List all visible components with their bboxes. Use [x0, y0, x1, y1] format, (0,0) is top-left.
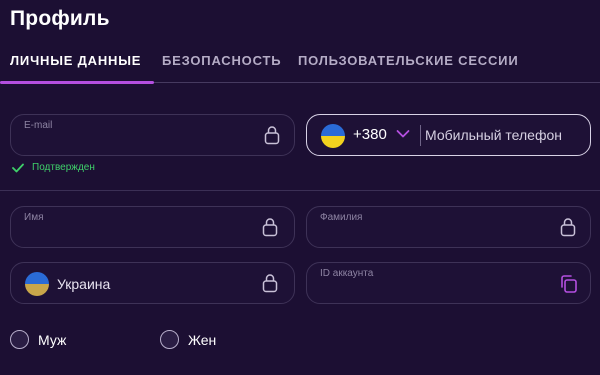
- copy-icon[interactable]: [559, 274, 579, 294]
- email-verified-text: Подтвержден: [32, 162, 95, 173]
- last-name-field[interactable]: Фамилия: [306, 206, 591, 248]
- tab-security[interactable]: БЕЗОПАСНОСТЬ: [162, 50, 281, 84]
- last-name-label: Фамилия: [320, 212, 363, 223]
- ukraine-flag-icon: [25, 272, 49, 296]
- phone-country-code[interactable]: +380: [353, 126, 387, 143]
- lock-icon: [264, 126, 280, 145]
- gender-female-label: Жен: [188, 332, 217, 348]
- email-field[interactable]: E-mail: [10, 114, 295, 156]
- account-id-field[interactable]: ID аккаунта: [306, 262, 591, 304]
- tab-bar: ЛИЧНЫЕ ДАННЫЕ БЕЗОПАСНОСТЬ ПОЛЬЗОВАТЕЛЬС…: [0, 50, 600, 84]
- first-name-field[interactable]: Имя: [10, 206, 295, 248]
- gender-male-label: Муж: [38, 332, 67, 348]
- email-label: E-mail: [24, 120, 53, 131]
- check-icon: [12, 163, 24, 173]
- radio-circle[interactable]: [10, 330, 29, 349]
- lock-icon: [262, 218, 278, 237]
- first-name-label: Имя: [24, 212, 44, 223]
- section-divider: [0, 190, 600, 191]
- lock-icon: [262, 274, 278, 293]
- radio-circle[interactable]: [160, 330, 179, 349]
- country-value: Украина: [57, 276, 111, 292]
- account-id-label: ID аккаунта: [320, 268, 374, 279]
- page-title: Профиль: [10, 7, 110, 30]
- ukraine-flag-icon: [321, 124, 345, 148]
- phone-divider: [420, 125, 421, 146]
- phone-input[interactable]: Мобильный телефон: [425, 127, 562, 143]
- country-select[interactable]: Украина: [10, 262, 295, 304]
- phone-field[interactable]: +380 Мобильный телефон: [306, 114, 591, 156]
- chevron-down-icon[interactable]: [396, 129, 410, 139]
- tab-active-indicator: [0, 81, 154, 84]
- tab-personal-data[interactable]: ЛИЧНЫЕ ДАННЫЕ: [10, 50, 141, 84]
- lock-icon: [560, 218, 576, 237]
- tab-user-sessions[interactable]: ПОЛЬЗОВАТЕЛЬСКИЕ СЕССИИ: [298, 50, 518, 84]
